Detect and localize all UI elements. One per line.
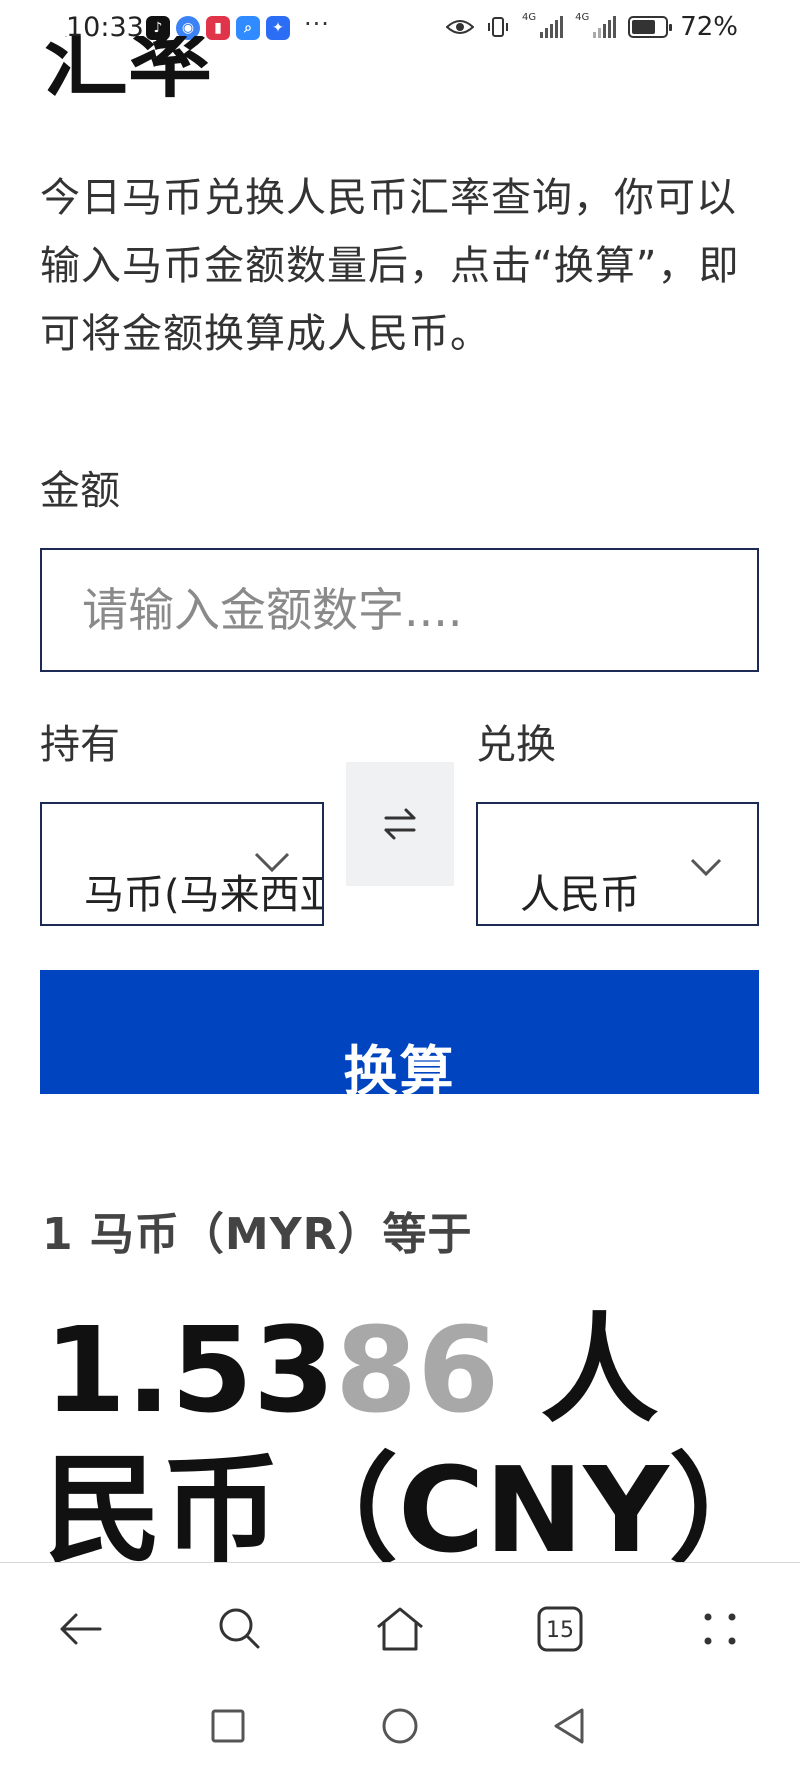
home-icon — [377, 1607, 423, 1651]
eye-icon — [445, 20, 474, 34]
battery-percent: 72% — [680, 12, 738, 42]
search-icon — [219, 1608, 260, 1649]
battery-icon — [628, 16, 673, 38]
search-app-icon: ⌕ — [236, 16, 260, 40]
tabs-button[interactable]: 15 — [532, 1601, 588, 1657]
convert-button-label: 换算 — [343, 1040, 456, 1094]
signal-strength-icon-2 — [593, 16, 617, 38]
rate-value: 1.5386 人民币（CNY） — [44, 1300, 764, 1570]
to-currency-label: 兑换 — [476, 722, 556, 768]
rate-value-faded-digits: 86 — [335, 1301, 500, 1439]
chevron-down-icon — [690, 858, 722, 877]
home-button[interactable] — [372, 1601, 428, 1657]
tab-count: 15 — [546, 1618, 574, 1643]
signal-strength-icon — [540, 16, 564, 38]
network-type-right: 4G — [575, 12, 590, 23]
recent-apps-button[interactable] — [206, 1704, 250, 1748]
status-indicators: 4G 4G 72% — [445, 12, 738, 42]
system-navigation-bar — [0, 1690, 800, 1778]
system-home-button[interactable] — [378, 1704, 422, 1748]
back-button[interactable] — [52, 1601, 108, 1657]
network-type-left: 4G — [521, 12, 537, 23]
page-title: 汇率 — [44, 36, 213, 109]
page-description: 今日马币兑换人民币汇率查询，你可以输入马币金额数量后，点击“换算”，即可将金额换… — [40, 175, 740, 357]
from-currency-label: 持有 — [40, 722, 120, 768]
from-currency-select[interactable]: 马币(马来西亚林吉特) — [40, 802, 324, 926]
more-dots-icon — [704, 1613, 736, 1645]
vibrate-icon — [487, 17, 508, 37]
swap-currency-button[interactable] — [346, 762, 454, 886]
convert-button[interactable]: 换算 — [40, 970, 759, 1094]
to-currency-value: 人民币 — [520, 872, 640, 918]
lightbulb-app-icon: ✦ — [266, 16, 290, 40]
tabs-icon: 15 — [537, 1606, 583, 1652]
rate-value-digits: 1.53 — [44, 1301, 336, 1439]
search-button[interactable] — [212, 1601, 268, 1657]
system-back-button[interactable] — [548, 1704, 592, 1748]
browser-toolbar: 15 — [0, 1562, 800, 1690]
more-notifications-icon: ··· — [304, 10, 330, 38]
swap-arrows-icon — [384, 808, 416, 840]
back-arrow-icon — [60, 1613, 102, 1645]
rate-label: 1 马币（MYR）等于 — [42, 1209, 473, 1260]
to-currency-select[interactable]: 人民币 — [476, 802, 759, 926]
more-button[interactable] — [692, 1601, 748, 1657]
amount-label: 金额 — [40, 468, 120, 514]
recent-apps-icon — [211, 1709, 245, 1743]
home-circle-icon — [382, 1708, 418, 1744]
battery-level-fill — [632, 20, 656, 34]
amount-field[interactable] — [40, 548, 759, 672]
amount-input[interactable] — [82, 580, 722, 640]
chevron-down-icon — [254, 852, 290, 873]
back-triangle-icon — [554, 1708, 584, 1744]
